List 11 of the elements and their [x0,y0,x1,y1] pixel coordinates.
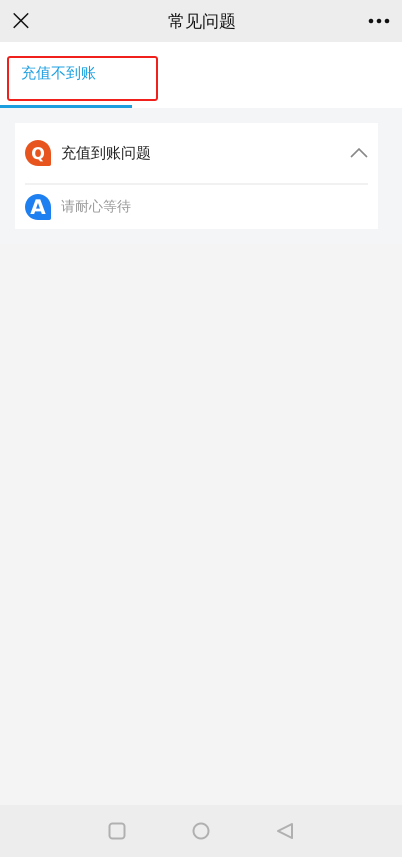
answer-badge: A [25,194,51,220]
chevron-icon[interactable] [350,148,368,158]
back-triangle-icon[interactable] [276,822,294,840]
question-text[interactable]: 充值到账问题 [61,144,350,162]
page-title: 常见问题 [168,10,236,32]
home-circle-icon[interactable] [192,822,210,840]
close-button[interactable]: × [6,6,36,36]
question-badge: Q [25,140,51,166]
more-icon[interactable] [368,18,390,24]
square-nav-icon[interactable] [108,822,126,840]
answer-text: 请耐心等待 [61,198,131,216]
